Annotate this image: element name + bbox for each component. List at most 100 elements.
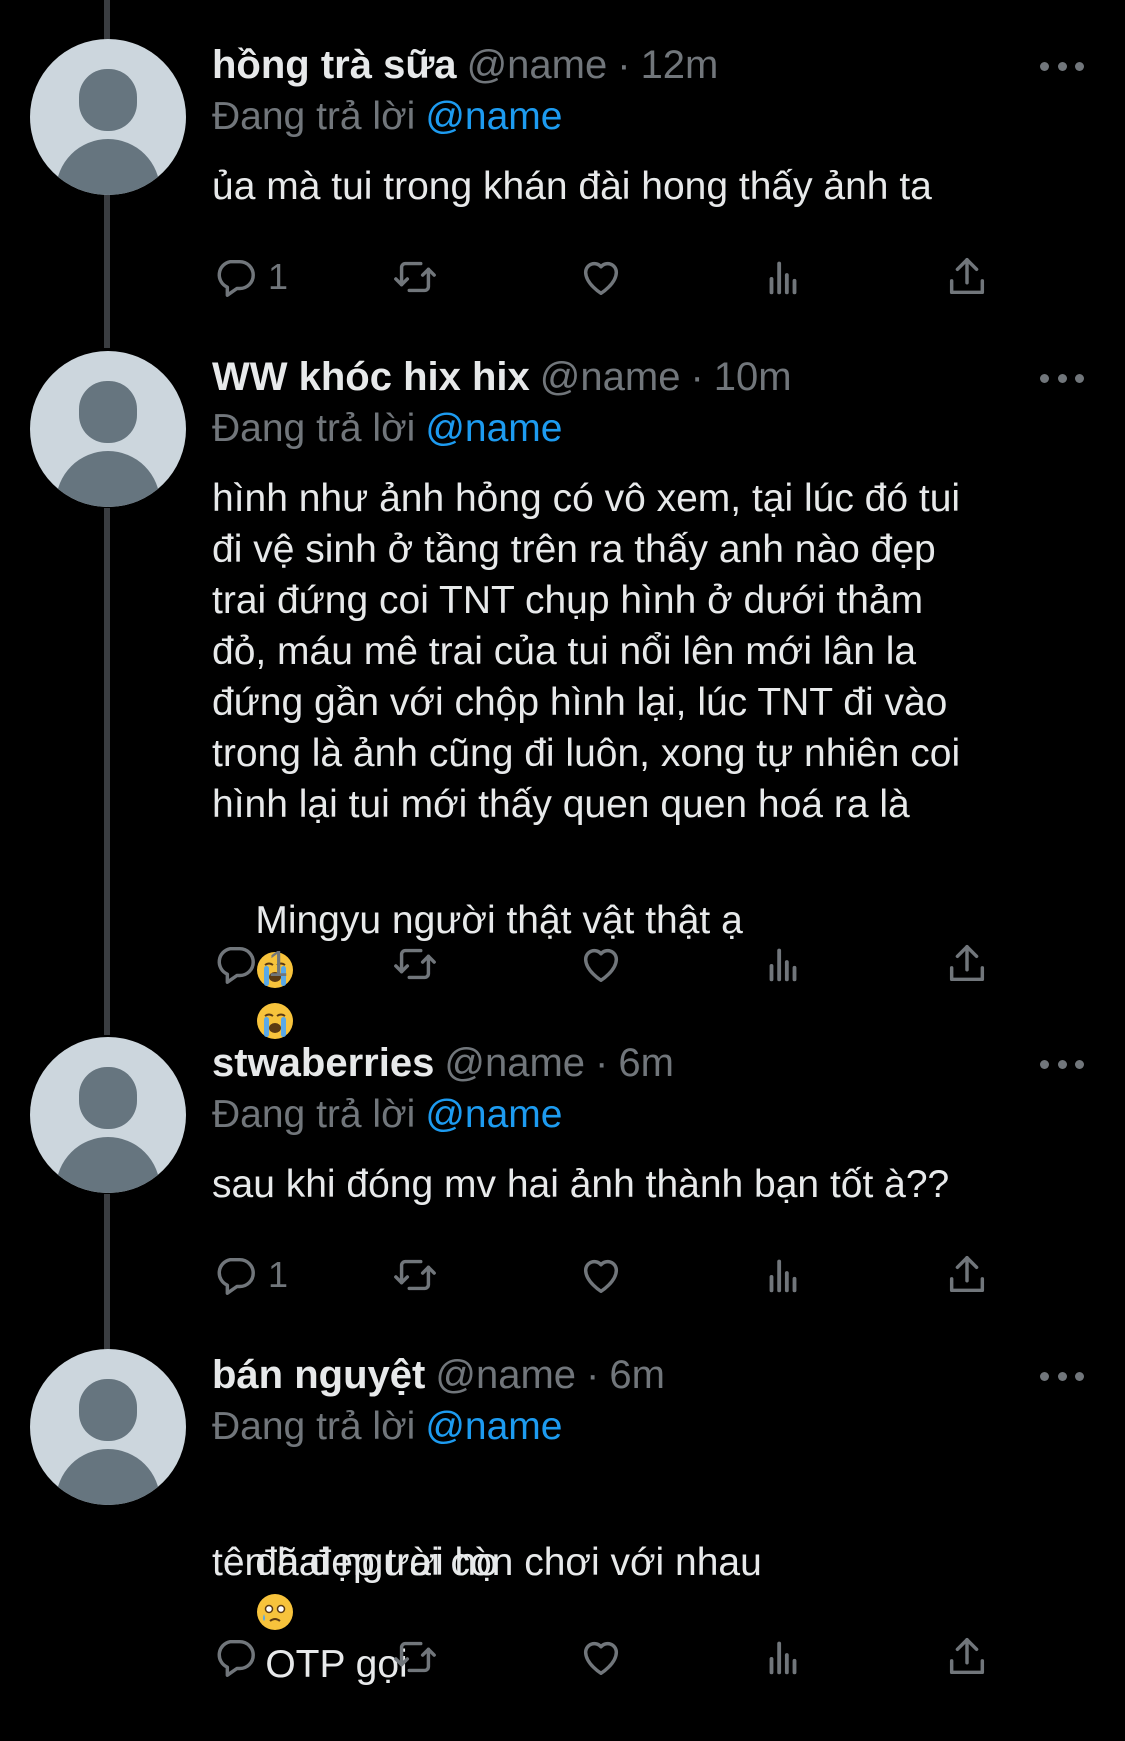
- timestamp[interactable]: 6m: [609, 1353, 665, 1397]
- dot: [1040, 373, 1049, 383]
- replying-mention[interactable]: @name: [425, 95, 562, 138]
- display-name[interactable]: hồng trà sữa: [212, 43, 457, 87]
- tweet-4[interactable]: bán nguyệt @name · 6m Đang trả lời @name đã …: [0, 1310, 1125, 1695]
- heart-icon: [583, 1641, 619, 1676]
- avatar-body-shape: [56, 139, 160, 195]
- speech-bubble-icon: [217, 1639, 255, 1677]
- upload-icon: [949, 258, 985, 295]
- heart-icon: [583, 948, 619, 983]
- speech-bubble-icon: [217, 1257, 255, 1295]
- timestamp[interactable]: 10m: [714, 355, 792, 399]
- tweet-text: ủa mà tui trong khán đài hong thấy ảnh t…: [212, 165, 932, 208]
- handle[interactable]: @name: [540, 355, 681, 399]
- upload-icon: [949, 1638, 985, 1675]
- dot: [1075, 1059, 1084, 1069]
- reply-count: 1: [268, 943, 289, 984]
- retweet-button[interactable]: [392, 1250, 438, 1300]
- speech-bubble-icon: [217, 259, 255, 297]
- display-name[interactable]: WW khóc hix hix: [212, 355, 530, 399]
- tweet-text-last: Mingyu người thật vật thật ạ: [255, 899, 743, 942]
- share-button[interactable]: [944, 939, 990, 989]
- bar-chart-icon: [769, 1259, 797, 1293]
- tweet-text: hình như ảnh hỏng có vô xem, tại lúc đó …: [212, 477, 961, 826]
- avatar-body-shape: [56, 1137, 160, 1193]
- handle[interactable]: @name: [435, 1353, 576, 1397]
- like-button[interactable]: [578, 1632, 624, 1682]
- tweet-header: hồng trà sữa @name · 12m: [212, 40, 718, 90]
- avatar-head-shape: [79, 69, 137, 131]
- replying-mention[interactable]: @name: [425, 407, 562, 450]
- retweet-button[interactable]: [392, 1632, 438, 1682]
- views-button[interactable]: [760, 1632, 806, 1682]
- dot: [1075, 1371, 1084, 1381]
- more-options-button[interactable]: [1040, 1054, 1084, 1074]
- dot: [1040, 1371, 1049, 1381]
- display-name[interactable]: stwaberries: [212, 1041, 434, 1085]
- tweet-text: đã đẹp trai còn chơi với nhau OTP gọi: [212, 1486, 1092, 1741]
- handle[interactable]: @name: [467, 43, 608, 87]
- replying-mention[interactable]: @name: [425, 1093, 562, 1136]
- dot: [1075, 373, 1084, 383]
- replying-to-line: Đang trả lời @name: [212, 1090, 562, 1140]
- share-button[interactable]: [944, 1632, 990, 1682]
- dot: [1057, 1371, 1067, 1381]
- replying-to-line: Đang trả lời @name: [212, 1402, 562, 1452]
- bar-chart-icon: [769, 948, 797, 982]
- handle[interactable]: @name: [444, 1041, 585, 1085]
- like-button[interactable]: [578, 252, 624, 302]
- reply-button[interactable]: [212, 1632, 268, 1682]
- bar-chart-icon: [769, 261, 797, 295]
- avatar[interactable]: [30, 351, 186, 507]
- views-button[interactable]: [760, 939, 806, 989]
- share-button[interactable]: [944, 1250, 990, 1300]
- dot: [1057, 1059, 1067, 1069]
- tweet-actions: 1: [212, 939, 1002, 989]
- dot: [1075, 61, 1084, 71]
- tweet-actions: 1: [212, 252, 1002, 302]
- retweet-arrows-icon: [394, 1641, 436, 1673]
- timestamp[interactable]: 12m: [641, 43, 719, 87]
- avatar-head-shape: [79, 1379, 137, 1441]
- replying-to-line: Đang trả lời @name: [212, 92, 562, 142]
- retweet-button[interactable]: [392, 252, 438, 302]
- reply-button[interactable]: 1: [212, 939, 288, 989]
- replying-label: Đang trả lời: [212, 407, 416, 450]
- separator-dot: ·: [586, 1353, 600, 1397]
- dot: [1040, 1059, 1049, 1069]
- avatar[interactable]: [30, 39, 186, 195]
- retweet-arrows-icon: [394, 1259, 436, 1291]
- views-button[interactable]: [760, 252, 806, 302]
- retweet-button[interactable]: [392, 939, 438, 989]
- replying-mention[interactable]: @name: [425, 1405, 562, 1448]
- tweet-header: bán nguyệt @name · 6m: [212, 1350, 665, 1400]
- tweet-1[interactable]: hồng trà sữa @name · 12m Đang trả lời @name …: [0, 0, 1125, 330]
- like-button[interactable]: [578, 939, 624, 989]
- separator-dot: ·: [617, 43, 631, 87]
- tweet-3[interactable]: stwaberries @name · 6m Đang trả lời @name sa…: [0, 998, 1125, 1318]
- face-holding-back-tears-emoji: [257, 1594, 294, 1630]
- reply-count: 1: [268, 256, 289, 297]
- reply-button[interactable]: 1: [212, 1250, 288, 1300]
- views-button[interactable]: [760, 1250, 806, 1300]
- share-button[interactable]: [944, 252, 990, 302]
- dot: [1057, 373, 1067, 383]
- avatar-head-shape: [79, 381, 137, 443]
- timestamp[interactable]: 6m: [618, 1041, 674, 1085]
- avatar[interactable]: [30, 1349, 186, 1505]
- tweet-2[interactable]: WW khóc hix hix @name · 10m Đang trả lời @na…: [0, 312, 1125, 1039]
- heart-icon: [583, 1259, 619, 1294]
- reply-button[interactable]: 1: [212, 252, 288, 302]
- tweet-actions: [212, 1632, 1002, 1682]
- reply-count: 1: [268, 1254, 289, 1295]
- like-button[interactable]: [578, 1250, 624, 1300]
- separator-dot: ·: [690, 355, 704, 399]
- avatar-head-shape: [79, 1067, 137, 1129]
- more-options-button[interactable]: [1040, 368, 1084, 388]
- replying-label: Đang trả lời: [212, 95, 416, 138]
- avatar[interactable]: [30, 1037, 186, 1193]
- more-options-button[interactable]: [1040, 56, 1084, 76]
- more-options-button[interactable]: [1040, 1366, 1084, 1386]
- display-name[interactable]: bán nguyệt: [212, 1353, 425, 1397]
- dot: [1057, 61, 1067, 71]
- replying-label: Đang trả lời: [212, 1405, 416, 1448]
